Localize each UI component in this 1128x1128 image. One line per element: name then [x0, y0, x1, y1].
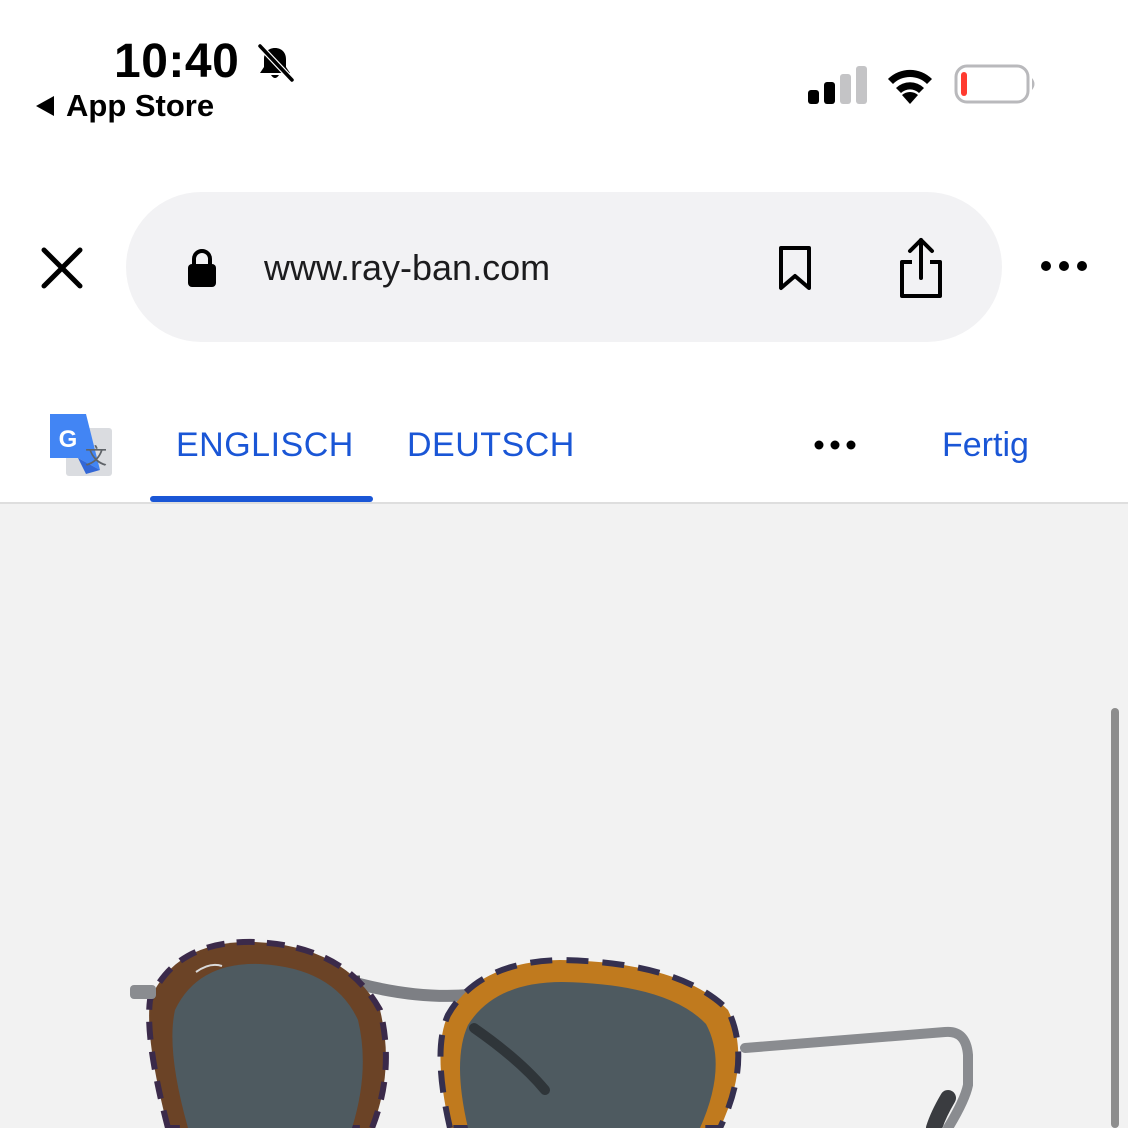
tab-deutsch[interactable]: DEUTSCH: [407, 424, 575, 466]
cellular-signal-icon: [808, 66, 867, 104]
url-text[interactable]: www.ray-ban.com: [264, 246, 550, 290]
more-icon[interactable]: [1036, 256, 1092, 276]
share-icon[interactable]: [896, 236, 946, 300]
back-arrow-icon: [36, 96, 54, 116]
page-content: [0, 504, 1128, 1128]
lock-icon: [188, 249, 216, 287]
status-time: 10:40: [114, 35, 240, 88]
sunglasses-product-image[interactable]: [0, 504, 1128, 1128]
scrollbar[interactable]: [1111, 708, 1119, 1128]
close-icon[interactable]: [38, 244, 86, 292]
bookmark-icon[interactable]: [776, 244, 814, 292]
wifi-icon: [888, 69, 932, 104]
svg-text:文: 文: [85, 444, 107, 469]
back-to-app-store[interactable]: App Store: [36, 88, 214, 124]
back-label: App Store: [66, 88, 215, 123]
address-bar[interactable]: [126, 192, 1002, 342]
bell-slash-icon: [257, 43, 295, 83]
more-options-icon[interactable]: [812, 436, 858, 454]
tab-englisch[interactable]: ENGLISCH: [176, 424, 354, 466]
google-translate-icon: G 文: [50, 414, 112, 476]
done-button[interactable]: Fertig: [942, 424, 1029, 466]
battery-low-icon: [954, 64, 1035, 104]
svg-text:G: G: [59, 426, 78, 453]
